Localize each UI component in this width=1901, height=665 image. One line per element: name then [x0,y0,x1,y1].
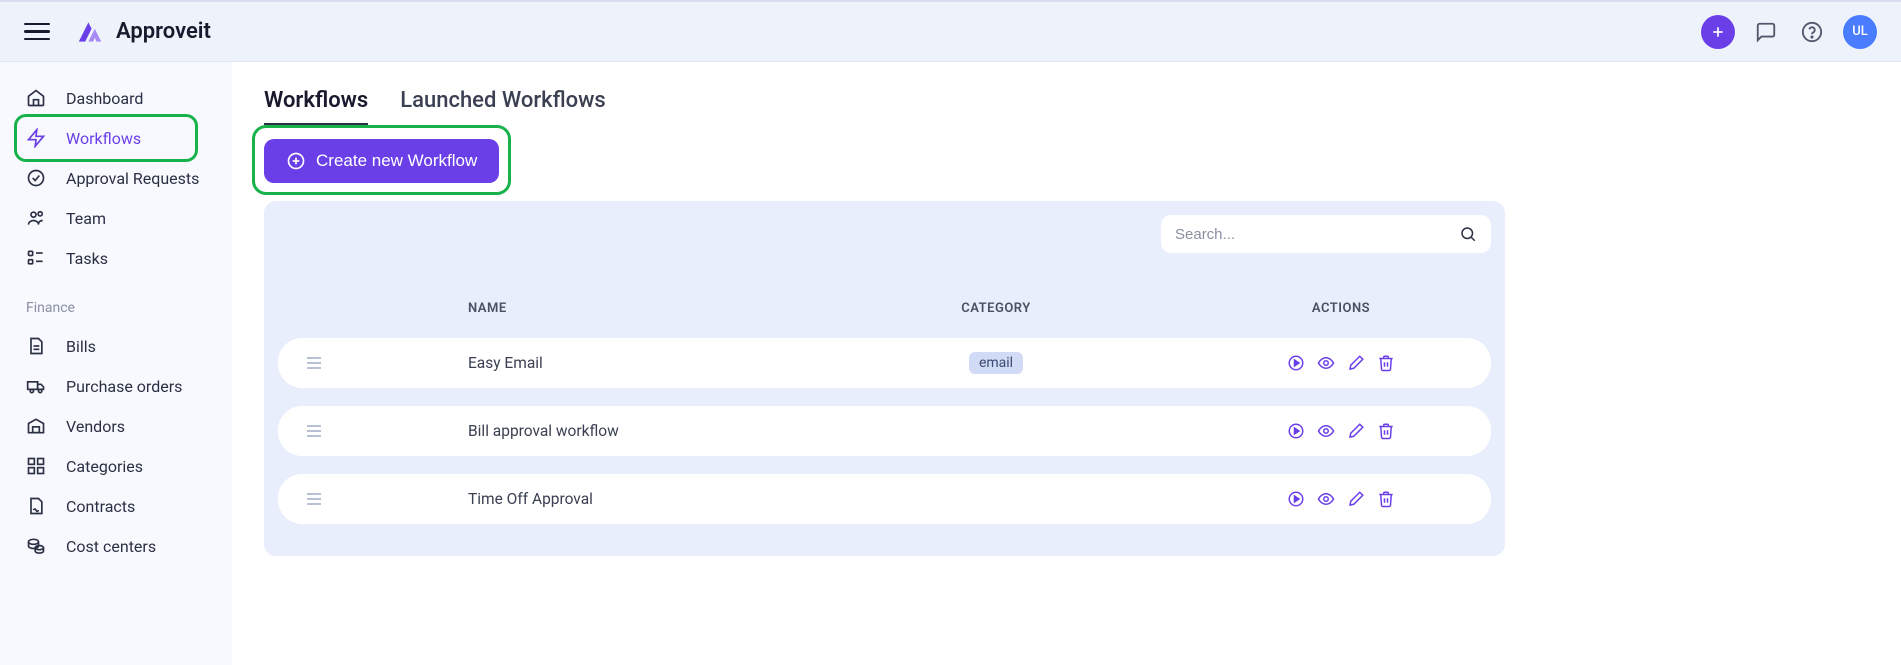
logo-icon [74,16,106,48]
sidebar-item-label: Dashboard [66,89,143,108]
sidebar-item-label: Tasks [66,249,108,268]
workflow-name: Easy Email [468,354,781,372]
sidebar-item-bills[interactable]: Bills [0,326,232,366]
edit-button[interactable] [1345,420,1367,442]
column-name: NAME [468,301,781,316]
sidebar-item-tasks[interactable]: Tasks [0,238,232,278]
workflow-name: Bill approval workflow [468,422,781,440]
sidebar: Dashboard Workflows Approval Requests Te… [0,62,232,665]
search-input[interactable] [1175,226,1447,243]
quick-create-button[interactable] [1701,15,1735,49]
coins-icon [26,536,46,556]
table-row: Time Off Approval [278,474,1491,524]
tab-launched-workflows[interactable]: Launched Workflows [400,82,606,125]
category-badge: email [969,352,1023,374]
play-button[interactable] [1285,420,1307,442]
tabs: Workflows Launched Workflows [264,82,1505,125]
play-button[interactable] [1285,352,1307,374]
help-circle-icon [1801,21,1823,43]
row-actions [1211,352,1471,374]
row-actions [1211,488,1471,510]
sidebar-item-label: Team [66,209,106,228]
tab-workflows[interactable]: Workflows [264,82,368,125]
view-button[interactable] [1315,352,1337,374]
create-workflow-button[interactable]: Create new Workflow [264,139,499,183]
sidebar-item-purchase-orders[interactable]: Purchase orders [0,366,232,406]
app-logo[interactable]: Approveit [74,16,211,48]
sidebar-item-label: Workflows [66,129,141,148]
sidebar-item-workflows[interactable]: Workflows [0,118,232,158]
warehouse-icon [26,416,46,436]
table-header: NAME CATEGORY ACTIONS [278,267,1491,338]
search-icon [1459,225,1477,243]
delete-button[interactable] [1375,420,1397,442]
workflows-panel: NAME CATEGORY ACTIONS Easy Email email [264,201,1505,556]
edit-button[interactable] [1345,488,1367,510]
sidebar-item-label: Categories [66,457,143,476]
message-square-icon [1755,21,1777,43]
table-row: Easy Email email [278,338,1491,388]
sidebar-item-cost-centers[interactable]: Cost centers [0,526,232,566]
users-icon [26,208,46,228]
help-button[interactable] [1797,17,1827,47]
workflow-name: Time Off Approval [468,490,781,508]
zap-icon [26,128,46,148]
table-row: Bill approval workflow [278,406,1491,456]
play-button[interactable] [1285,488,1307,510]
search-box [1161,215,1491,253]
sidebar-item-label: Purchase orders [66,377,182,396]
sidebar-item-dashboard[interactable]: Dashboard [0,78,232,118]
sidebar-item-label: Bills [66,337,96,356]
check-circle-icon [26,168,46,188]
main-content: Workflows Launched Workflows Create new … [232,62,1537,665]
menu-toggle-button[interactable] [24,19,50,45]
truck-icon [26,376,46,396]
file-signature-icon [26,496,46,516]
sidebar-item-label: Cost centers [66,537,156,556]
sidebar-item-contracts[interactable]: Contracts [0,486,232,526]
drag-handle[interactable] [298,356,468,370]
sidebar-item-label: Approval Requests [66,169,199,188]
sidebar-item-vendors[interactable]: Vendors [0,406,232,446]
drag-handle[interactable] [298,492,468,506]
drag-handle[interactable] [298,424,468,438]
sidebar-item-team[interactable]: Team [0,198,232,238]
column-category: CATEGORY [781,301,1211,316]
sidebar-section-finance: Finance [0,278,232,326]
home-icon [26,88,46,108]
sidebar-item-label: Vendors [66,417,125,436]
file-text-icon [26,336,46,356]
top-bar: Approveit UL [0,0,1901,62]
view-button[interactable] [1315,488,1337,510]
sidebar-item-categories[interactable]: Categories [0,446,232,486]
plus-circle-icon [286,151,306,171]
row-actions [1211,420,1471,442]
messages-button[interactable] [1751,17,1781,47]
delete-button[interactable] [1375,488,1397,510]
edit-button[interactable] [1345,352,1367,374]
delete-button[interactable] [1375,352,1397,374]
grid-icon [26,456,46,476]
sidebar-item-approval-requests[interactable]: Approval Requests [0,158,232,198]
user-avatar[interactable]: UL [1843,15,1877,49]
sidebar-item-label: Contracts [66,497,135,516]
list-check-icon [26,248,46,268]
create-workflow-label: Create new Workflow [316,151,477,171]
view-button[interactable] [1315,420,1337,442]
blank-right-pane [1537,62,1901,665]
app-name: Approveit [116,19,211,44]
column-actions: ACTIONS [1211,301,1471,316]
plus-icon [1710,24,1726,40]
topbar-actions: UL [1701,15,1877,49]
